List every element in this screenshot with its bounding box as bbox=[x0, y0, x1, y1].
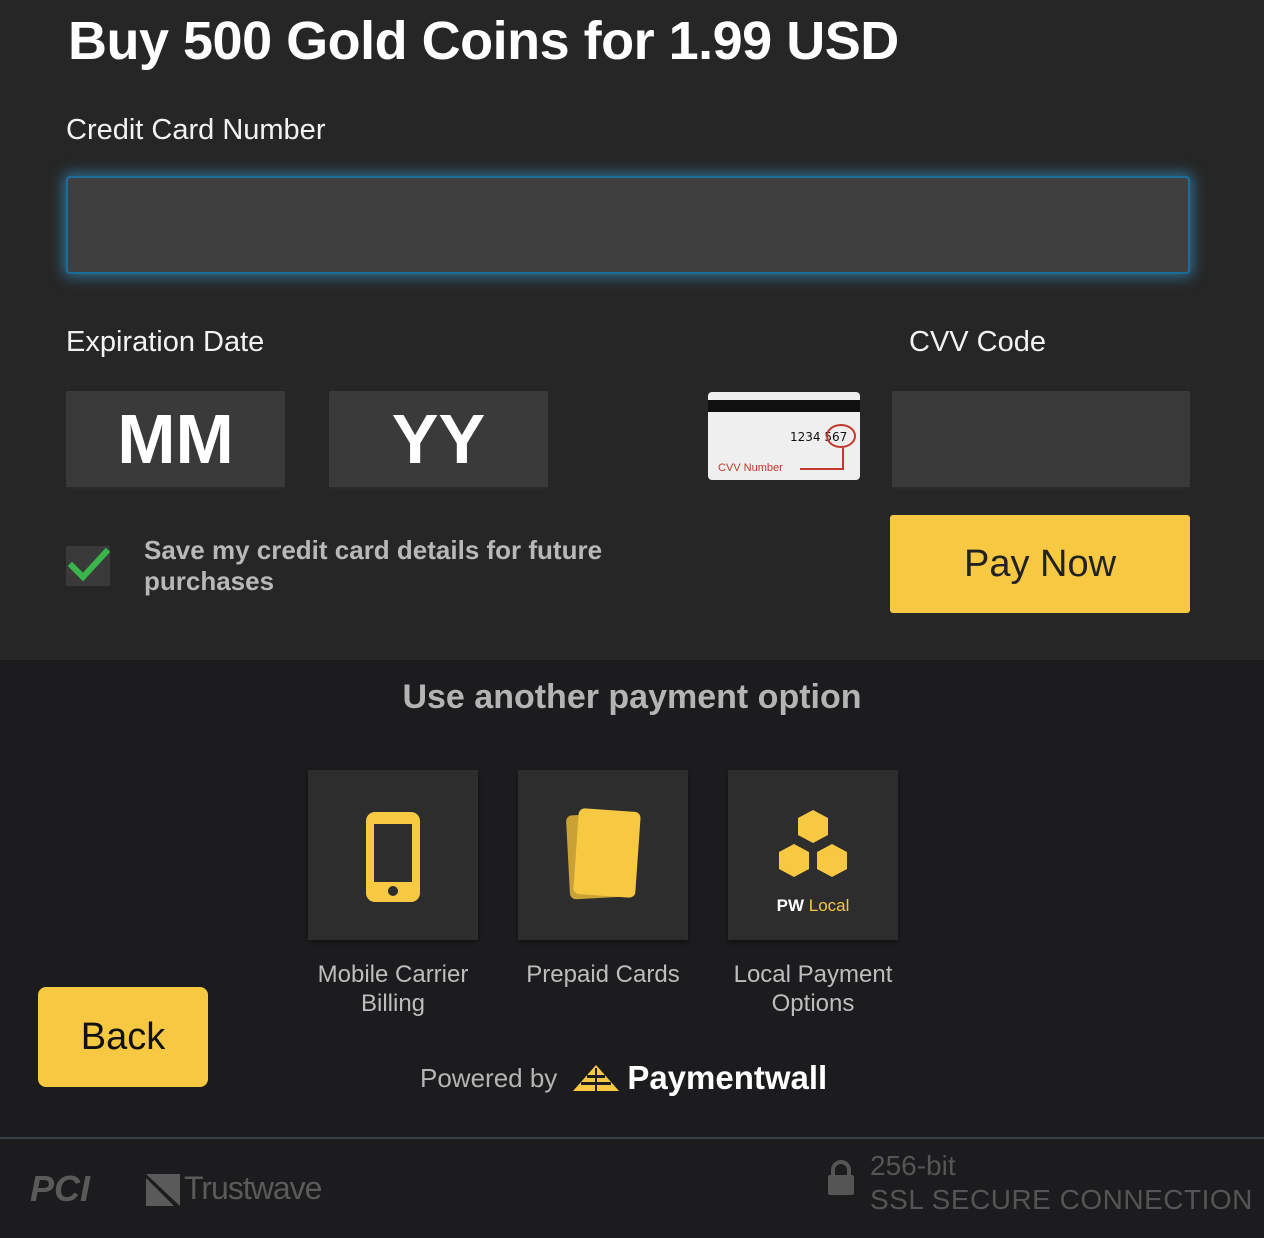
cvv-label: CVV Code bbox=[909, 326, 1047, 358]
powered-by: Powered by Paymentwall bbox=[420, 1058, 827, 1098]
cvv-hint-card-icon: 1234 567 CVV Number bbox=[708, 392, 860, 480]
footer-divider bbox=[0, 1137, 1264, 1139]
mobile-phone-icon bbox=[366, 812, 420, 902]
prepaid-cards-option[interactable] bbox=[518, 770, 688, 940]
mobile-carrier-option[interactable] bbox=[308, 770, 478, 940]
trustwave-logo-icon bbox=[146, 1174, 180, 1206]
paymentwall-brand[interactable]: Paymentwall bbox=[627, 1059, 827, 1097]
expiry-month-input[interactable]: MM bbox=[66, 391, 285, 489]
local-badge-text: Local bbox=[808, 896, 850, 915]
pw-badge-text: PW bbox=[776, 896, 804, 915]
cvv-card-caption: CVV Number bbox=[718, 462, 783, 474]
cc-number-label: Credit Card Number bbox=[66, 114, 326, 146]
local-payment-label: Local Payment Options bbox=[733, 961, 893, 1017]
prepaid-cards-label: Prepaid Cards bbox=[526, 961, 680, 988]
save-card-checkbox[interactable] bbox=[66, 546, 111, 586]
expiry-year-input[interactable]: YY bbox=[329, 391, 548, 489]
expiration-label: Expiration Date bbox=[66, 326, 265, 358]
page-title: Buy 500 Gold Coins for 1.99 USD bbox=[68, 11, 899, 71]
cc-number-input[interactable] bbox=[66, 176, 1190, 274]
alt-payment-title: Use another payment option bbox=[402, 678, 862, 716]
lock-icon bbox=[828, 1160, 854, 1195]
pci-logo: PCI bbox=[30, 1168, 91, 1209]
paymentwall-logo-icon bbox=[573, 1065, 620, 1091]
cvv-input[interactable] bbox=[892, 391, 1190, 489]
pw-local-badge: PW Local bbox=[728, 896, 898, 916]
ssl-bits-text: 256-bit bbox=[870, 1150, 956, 1181]
cvv-card-digits: 1234 bbox=[790, 430, 821, 444]
trustwave-logo: Trustwave bbox=[184, 1170, 322, 1206]
checkmark-icon bbox=[67, 547, 111, 582]
mobile-carrier-label: Mobile Carrier Billing bbox=[317, 961, 469, 1017]
save-card-label: Save my credit card details for future p… bbox=[144, 535, 603, 596]
pay-now-button[interactable]: Pay Now bbox=[890, 515, 1190, 613]
ssl-secure-text: SSL SECURE CONNECTION bbox=[870, 1184, 1253, 1215]
prepaid-cards-icon bbox=[566, 808, 641, 900]
powered-by-text: Powered by bbox=[420, 1062, 558, 1093]
back-button[interactable]: Back bbox=[38, 987, 208, 1087]
local-payment-option[interactable]: PW Local bbox=[728, 770, 898, 940]
